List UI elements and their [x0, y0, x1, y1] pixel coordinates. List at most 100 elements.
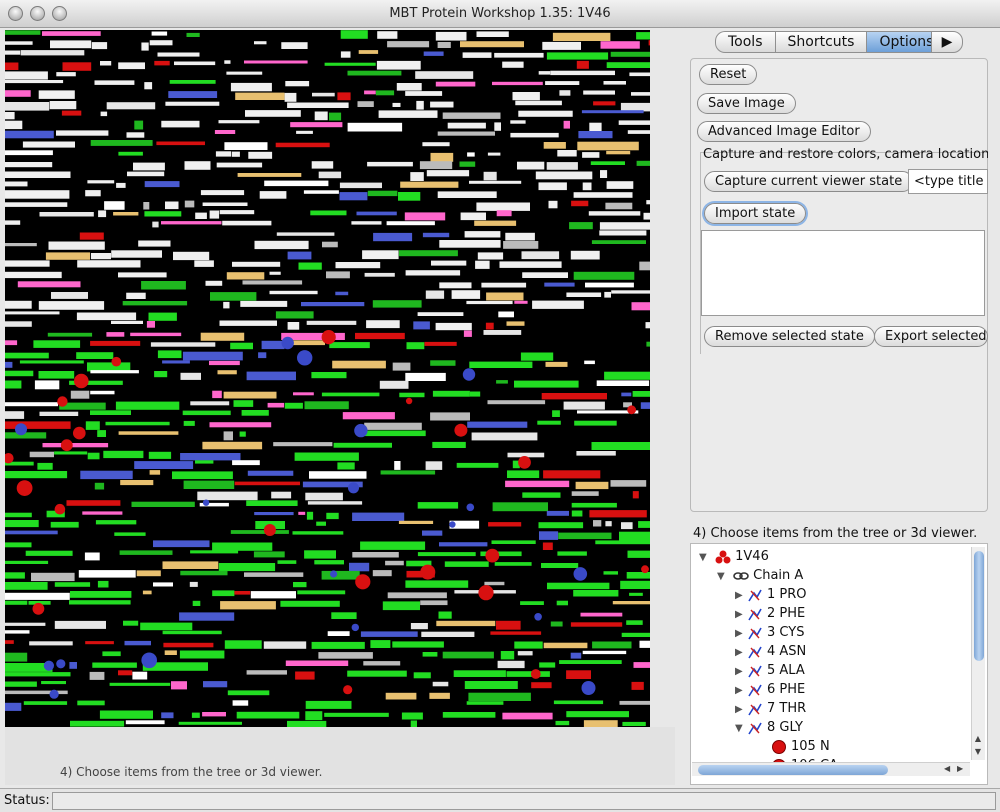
tree-residue-row[interactable]: ▶ 3 CYS — [735, 623, 804, 642]
render-fragment — [254, 240, 309, 250]
render-fragment — [543, 642, 588, 649]
render-fragment — [293, 392, 314, 396]
tree-root-row[interactable]: ▼ 1V46 — [699, 547, 769, 566]
tree-residue-row[interactable]: ▶ 6 PHE — [735, 680, 805, 699]
render-fragment — [90, 410, 131, 415]
render-fragment — [593, 520, 602, 527]
tree-residue-label: 8 GLY — [767, 720, 803, 735]
tree-chain-row[interactable]: ▼ Chain A — [717, 566, 803, 585]
render-fragment — [337, 92, 351, 101]
render-fragment — [303, 190, 339, 194]
render-fragment — [324, 62, 376, 66]
tree-vertical-scroll-thumb[interactable] — [974, 551, 984, 661]
render-fragment — [610, 51, 650, 57]
export-selected-button[interactable]: Export selected — [874, 326, 988, 347]
render-fragment — [307, 501, 363, 505]
render-fragment — [324, 712, 389, 717]
render-fragment — [569, 222, 593, 230]
scroll-right-arrow-icon[interactable]: ▶ — [957, 764, 969, 776]
render-fragment — [90, 253, 111, 260]
collapsed-triangle-icon[interactable]: ▶ — [735, 643, 747, 662]
render-fragment — [499, 261, 562, 268]
collapsed-triangle-icon[interactable]: ▶ — [735, 662, 747, 681]
render-fragment — [5, 560, 49, 564]
render-fragment — [284, 92, 297, 102]
play-arrow-icon[interactable]: ▶ — [931, 31, 963, 53]
tree-residue-row[interactable]: ▼ 8 GLY — [735, 718, 803, 737]
render-fragment — [580, 612, 623, 617]
render-atom — [355, 574, 371, 590]
render-fragment — [327, 631, 350, 636]
molecule-3d-viewer[interactable] — [5, 30, 650, 727]
render-fragment — [244, 572, 304, 577]
save-image-button[interactable]: Save Image — [697, 93, 796, 114]
scroll-down-arrow-icon[interactable]: ▼ — [971, 747, 985, 759]
structure-tree[interactable]: ▼ 1V46 ▼ Chain A ▶ 1 PRO ▶ 2 PHE ▶ 3 CYS ▶ 4 AS… — [690, 543, 988, 785]
render-fragment — [398, 520, 434, 524]
render-fragment — [512, 92, 540, 101]
tree-horizontal-scrollbar[interactable] — [692, 762, 970, 776]
expanded-triangle-icon[interactable]: ▼ — [699, 548, 711, 567]
render-fragment — [191, 712, 200, 718]
render-fragment — [42, 443, 109, 448]
tree-residue-row[interactable]: ▶ 5 ALA — [735, 661, 805, 680]
advanced-image-editor-button[interactable]: Advanced Image Editor — [697, 121, 871, 142]
render-fragment — [507, 470, 540, 478]
expanded-triangle-icon[interactable]: ▼ — [735, 719, 747, 738]
render-fragment — [435, 322, 472, 331]
collapsed-triangle-icon[interactable]: ▶ — [735, 586, 747, 605]
tree-residue-row[interactable]: ▶ 4 ASN — [735, 642, 806, 661]
render-fragment — [398, 192, 421, 201]
render-fragment — [633, 662, 650, 668]
residue-icon — [748, 646, 762, 658]
saved-states-list[interactable] — [701, 230, 985, 316]
render-fragment — [179, 612, 235, 621]
state-title-input[interactable]: <type title — [908, 169, 988, 194]
render-atom — [56, 659, 66, 669]
render-fragment — [596, 380, 650, 386]
import-state-button[interactable]: Import state — [704, 203, 807, 224]
render-fragment — [56, 72, 76, 77]
tree-residue-row[interactable]: ▶ 2 PHE — [735, 604, 805, 623]
render-fragment — [80, 470, 133, 480]
render-atom — [15, 423, 27, 436]
render-fragment — [223, 301, 230, 309]
scroll-left-arrow-icon[interactable]: ◀ — [944, 764, 956, 776]
render-fragment — [347, 670, 407, 677]
render-fragment — [546, 52, 609, 60]
render-fragment — [435, 81, 476, 87]
render-fragment — [510, 120, 526, 124]
render-fragment — [498, 311, 514, 318]
render-fragment — [620, 580, 650, 589]
expanded-triangle-icon[interactable]: ▼ — [717, 567, 729, 586]
tab-tools[interactable]: Tools — [715, 31, 775, 53]
render-fragment — [306, 320, 357, 325]
tree-residue-row[interactable]: ▶ 1 PRO — [735, 585, 807, 604]
tree-residue-row[interactable]: ▶ 7 THR — [735, 699, 806, 718]
render-fragment — [116, 182, 126, 188]
capture-state-button[interactable]: Capture current viewer state — [704, 171, 914, 192]
tree-vertical-scrollbar[interactable] — [971, 547, 985, 760]
render-fragment — [589, 122, 602, 132]
reset-button[interactable]: Reset — [699, 64, 758, 85]
render-fragment — [186, 32, 200, 37]
collapsed-triangle-icon[interactable]: ▶ — [735, 624, 747, 643]
render-fragment — [5, 190, 70, 199]
render-fragment — [267, 402, 285, 408]
render-fragment — [636, 32, 650, 40]
render-fragment — [5, 640, 14, 644]
collapsed-triangle-icon[interactable]: ▶ — [735, 700, 747, 719]
render-fragment — [5, 600, 28, 605]
tree-atom-row[interactable]: 105 N — [771, 737, 830, 756]
render-fragment — [305, 711, 323, 721]
collapsed-triangle-icon[interactable]: ▶ — [735, 605, 747, 624]
scroll-up-arrow-icon[interactable]: ▲ — [971, 734, 985, 746]
render-fragment — [462, 52, 492, 58]
render-fragment — [230, 342, 253, 350]
collapsed-triangle-icon[interactable]: ▶ — [735, 681, 747, 700]
tab-shortcuts[interactable]: Shortcuts — [774, 31, 867, 53]
tree-horizontal-scroll-thumb[interactable] — [698, 765, 888, 775]
render-fragment — [435, 31, 467, 41]
render-fragment — [235, 92, 285, 100]
remove-state-button[interactable]: Remove selected state — [704, 326, 875, 347]
